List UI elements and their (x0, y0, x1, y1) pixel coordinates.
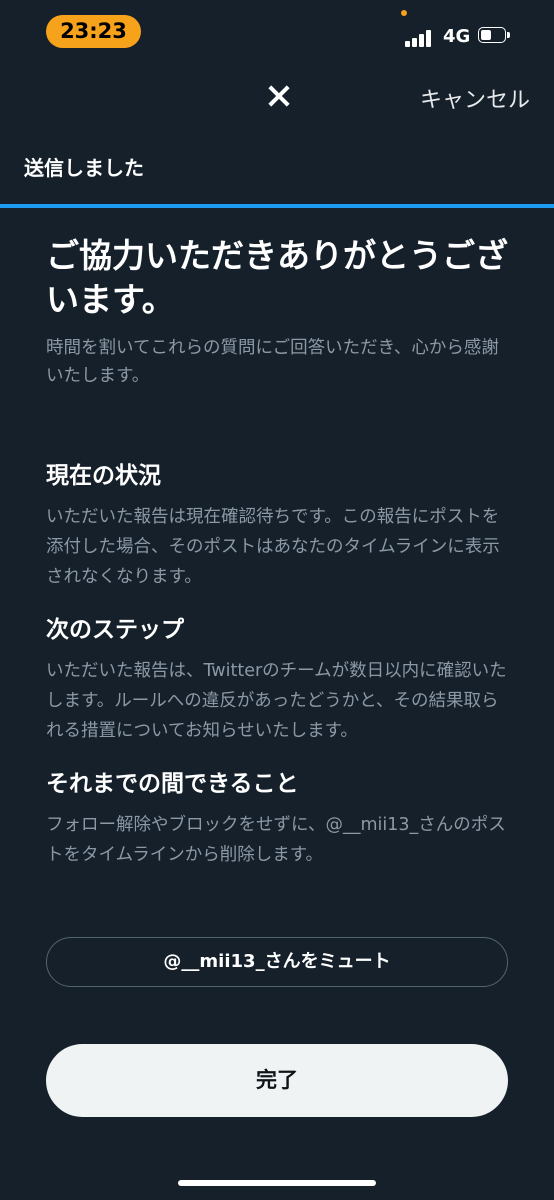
status-bar: 23:23 4G (0, 0, 554, 64)
status-time[interactable]: 23:23 (46, 15, 141, 48)
home-indicator[interactable] (178, 1180, 376, 1186)
signal-strength-icon (405, 29, 435, 47)
section-title: 現在の状況 (46, 463, 161, 489)
section-body: いただいた報告は現在確認待ちです。この報告にポストを添付した場合、そのポストはあ… (46, 507, 500, 587)
progress-bar (0, 204, 554, 208)
x-logo-icon (266, 84, 290, 107)
section-body: いただいた報告は、Twitterのチームが数日以内に確認いたします。ルールへの違… (46, 661, 507, 741)
section-title: 次のステップ (46, 617, 184, 643)
report-confirmation-content: ご協力いただきありがとうございます。 時間を割いてこれらの質問にご回答いただき、… (46, 234, 508, 870)
step-label: 送信しました (24, 156, 144, 180)
thank-you-message: 時間を割いてこれらの質問にご回答いただき、心から感謝いたします。 (46, 338, 499, 386)
section-body: フォロー解除やブロックをせずに、@__mii13_さんのポストをタイムラインから… (46, 815, 506, 865)
section-meanwhile: それまでの間できること フォロー解除やブロックをせずに、@__mii13_さんの… (46, 768, 508, 870)
battery-icon (478, 27, 511, 45)
section-next-steps: 次のステップ いただいた報告は、Twitterのチームが数日以内に確認いたします… (46, 614, 508, 746)
network-type: 4G (443, 26, 471, 47)
privacy-indicator-dot (401, 10, 407, 16)
page-title: ご協力いただきありがとうございます。 (46, 236, 508, 319)
mute-user-button[interactable]: @__mii13_さんをミュート (46, 937, 508, 987)
cancel-button[interactable]: キャンセル (420, 82, 530, 114)
progress-bar-fill (0, 204, 554, 208)
done-button[interactable]: 完了 (46, 1044, 508, 1117)
section-current-status: 現在の状況 いただいた報告は現在確認待ちです。この報告にポストを添付した場合、そ… (46, 460, 508, 592)
modal-header: キャンセル (0, 64, 554, 136)
section-title: それまでの間できること (46, 771, 299, 797)
